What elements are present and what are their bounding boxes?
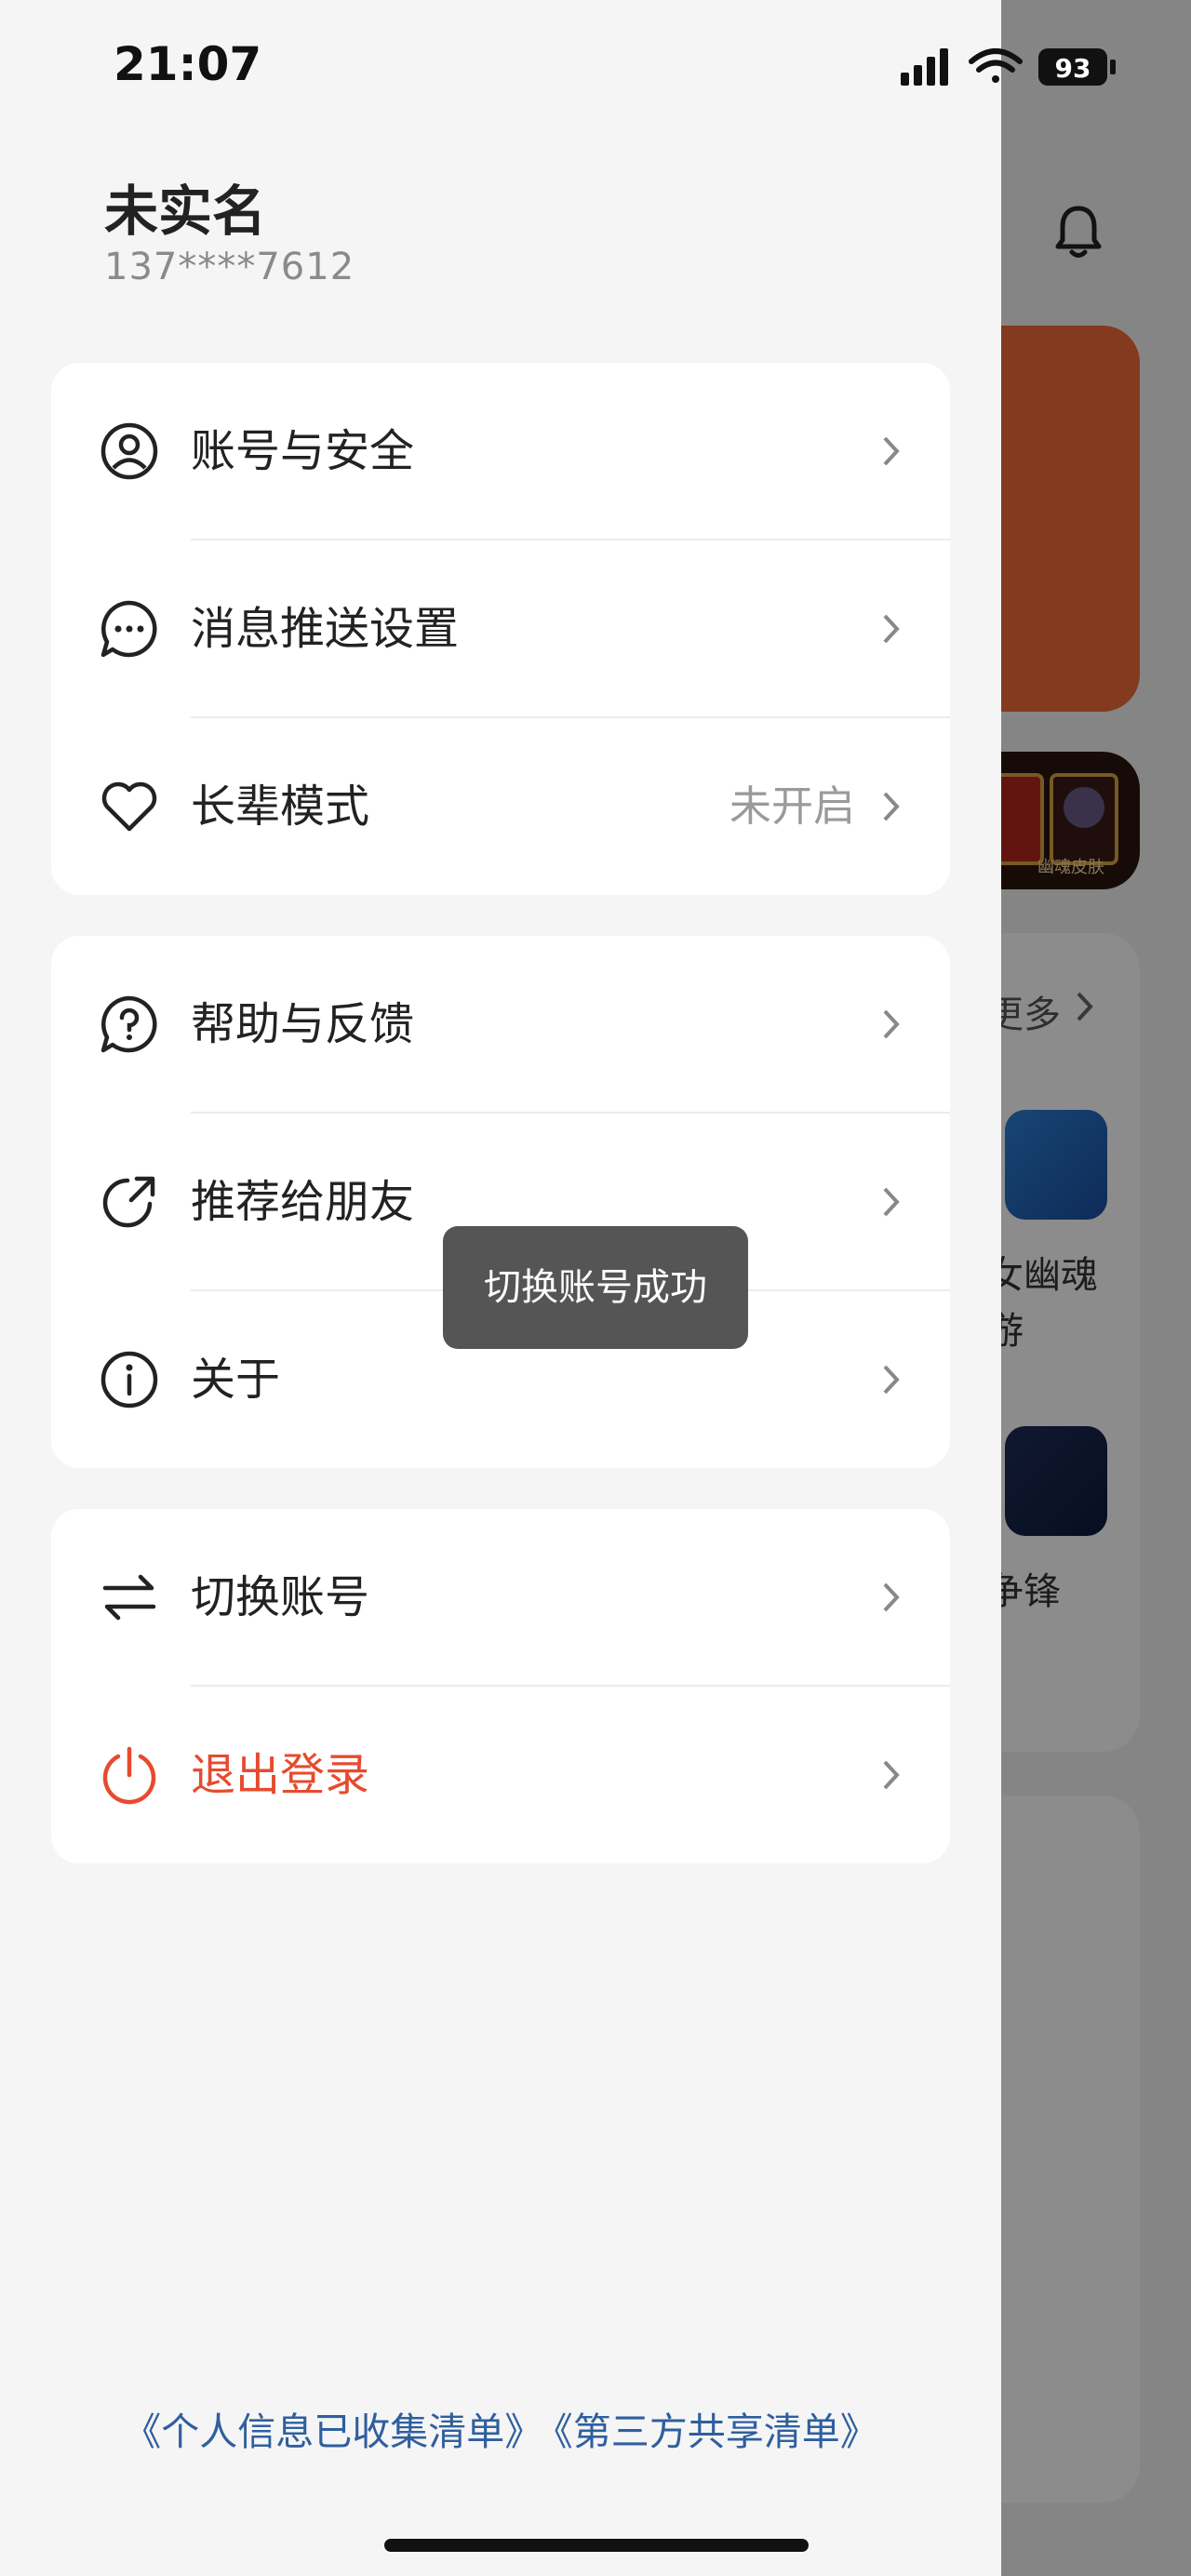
chevron-right-icon (883, 614, 900, 644)
status-icons: 93 (901, 48, 1116, 86)
message-dots-icon (100, 600, 157, 658)
home-indicator[interactable] (384, 2539, 809, 2552)
battery-icon: 93 (1038, 48, 1116, 86)
menu-item-logout[interactable]: 退出登录 (51, 1687, 950, 1863)
menu-item-label: 关于 (191, 1354, 281, 1406)
wifi-icon (969, 48, 1023, 83)
share-icon (102, 1176, 155, 1228)
user-phone: 137****7612 (104, 246, 355, 288)
settings-group-2: 帮助与反馈 推荐给朋友 关于 (51, 936, 950, 1468)
chevron-right-icon (883, 792, 900, 821)
menu-item-label: 退出登录 (191, 1749, 370, 1801)
chevron-right-icon (883, 1187, 900, 1217)
signal-icon (901, 48, 948, 86)
menu-item-label: 账号与安全 (191, 425, 415, 477)
status-time: 21:07 (114, 37, 262, 91)
menu-item-elder-mode[interactable]: 长辈模式 未开启 (51, 718, 950, 895)
menu-item-label: 长辈模式 (191, 781, 370, 833)
menu-item-help-feedback[interactable]: 帮助与反馈 (51, 936, 950, 1113)
menu-item-label: 帮助与反馈 (191, 998, 415, 1050)
side-drawer: 21:07 93 未实名 137****7612 账号与安全 消息推送设置 长辈… (0, 0, 1116, 2576)
settings-group-1: 账号与安全 消息推送设置 长辈模式 未开启 (51, 363, 950, 895)
menu-item-label: 切换账号 (191, 1571, 370, 1623)
menu-item-account-security[interactable]: 账号与安全 (51, 363, 950, 540)
heart-icon (101, 781, 157, 832)
chevron-right-icon (883, 436, 900, 466)
user-circle-icon (100, 422, 158, 480)
power-icon (102, 1746, 156, 1805)
menu-item-label: 消息推送设置 (191, 603, 460, 655)
drawer-scrim[interactable] (1001, 0, 1191, 2576)
chevron-right-icon (883, 1582, 900, 1612)
third-party-list-link[interactable]: 《第三方共享清单》 (548, 2409, 884, 2454)
user-name[interactable]: 未实名 (104, 167, 266, 246)
switch-arrows-icon (102, 1574, 156, 1621)
help-bubble-icon (100, 995, 157, 1053)
info-icon (100, 1351, 158, 1408)
svg-text:93: 93 (1055, 53, 1091, 84)
chevron-right-icon (883, 1760, 900, 1790)
elder-mode-status: 未开启 (729, 781, 855, 831)
menu-item-label: 推荐给朋友 (191, 1176, 415, 1228)
chevron-right-icon (883, 1365, 900, 1395)
menu-item-push-settings[interactable]: 消息推送设置 (51, 541, 950, 717)
chevron-right-icon (883, 1009, 900, 1039)
toast-message: 切换账号成功 (443, 1226, 748, 1349)
personal-info-list-link[interactable]: 《个人信息已收集清单》 (117, 2409, 548, 2454)
settings-group-3: 切换账号 退出登录 (51, 1509, 950, 1863)
menu-item-switch-account[interactable]: 切换账号 (51, 1509, 950, 1686)
legal-links: 《个人信息已收集清单》 《第三方共享清单》 (0, 2400, 1001, 2456)
